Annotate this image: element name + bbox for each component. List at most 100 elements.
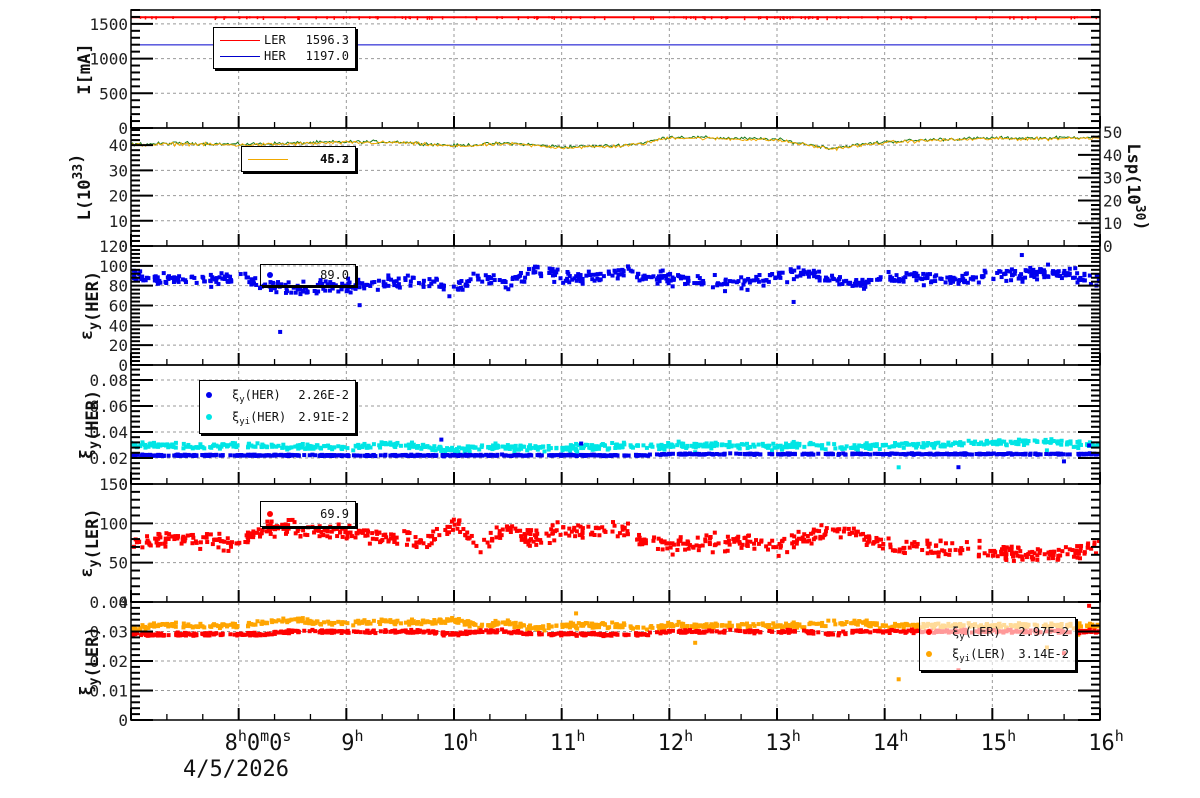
- y-tick-label: 500: [99, 84, 128, 103]
- data-point: [338, 530, 343, 535]
- data-point: [457, 453, 462, 458]
- data-point: [218, 453, 223, 458]
- x-label-part: h: [1115, 727, 1124, 745]
- data-point: [576, 621, 581, 626]
- data-point: [552, 529, 557, 534]
- data-point: [875, 277, 880, 282]
- data-point-ler: [593, 16, 596, 20]
- data-point: [693, 445, 698, 450]
- data-point: [1014, 441, 1019, 446]
- axis-title-part: (HER): [83, 271, 103, 322]
- data-point: [519, 279, 524, 284]
- data-point: [778, 443, 783, 448]
- data-point: [854, 283, 859, 288]
- data-point: [362, 630, 367, 635]
- data-point: [320, 630, 325, 635]
- data-point: [398, 621, 403, 626]
- x-label-part: h: [792, 727, 801, 745]
- data-point: [281, 442, 286, 447]
- data-point: [788, 267, 793, 272]
- data-point: [457, 631, 462, 636]
- data-point: [272, 534, 277, 539]
- data-point: [339, 630, 344, 635]
- data-point: [445, 446, 450, 451]
- data-point: [644, 445, 649, 450]
- data-point: [509, 631, 514, 636]
- data-point: [901, 550, 906, 555]
- data-point: [662, 539, 667, 544]
- data-point: [417, 628, 422, 633]
- data-point: [612, 268, 617, 273]
- data-point: [811, 629, 816, 634]
- data-point-ler: [1073, 16, 1076, 20]
- data-point: [824, 631, 829, 636]
- data-point: [610, 529, 615, 534]
- data-point: [440, 630, 445, 635]
- data-point: [305, 289, 310, 294]
- data-point: [383, 452, 388, 457]
- data-point: [855, 447, 860, 452]
- data-point: [814, 443, 819, 448]
- data-point: [960, 273, 965, 278]
- data-point: [770, 272, 775, 277]
- data-point: [558, 276, 563, 281]
- x-label-part: 8: [225, 731, 238, 756]
- data-point-ler: [807, 16, 810, 20]
- data-point: [1032, 269, 1037, 274]
- data-point: [985, 553, 990, 558]
- data-point: [1061, 271, 1066, 276]
- legend-label-sub: yi: [239, 417, 251, 427]
- data-point: [485, 540, 490, 545]
- data-point: [302, 285, 307, 290]
- data-point: [1016, 437, 1021, 442]
- data-point: [610, 440, 615, 445]
- data-point: [272, 631, 277, 636]
- x-label-part: h: [899, 727, 908, 745]
- data-point: [986, 452, 991, 457]
- data-point: [513, 443, 518, 448]
- data-point: [365, 533, 370, 538]
- data-point: [391, 629, 396, 634]
- data-point: [809, 541, 814, 546]
- data-point: [837, 451, 842, 456]
- data-point: [217, 536, 222, 541]
- data-point: [152, 444, 157, 449]
- data-point: [581, 622, 586, 627]
- data-point: [310, 452, 315, 457]
- data-point: [684, 445, 689, 450]
- data-point: [801, 268, 806, 273]
- data-point: [746, 533, 751, 538]
- data-point: [607, 446, 612, 451]
- data-point: [509, 283, 514, 288]
- data-point: [302, 453, 307, 458]
- data-point-ler: [465, 16, 467, 19]
- data-point: [191, 453, 196, 458]
- data-point: [531, 539, 536, 544]
- data-point: [620, 625, 625, 630]
- y-axis-title: εy(LER): [77, 508, 103, 577]
- y-tick-label: 0.08: [89, 371, 128, 390]
- data-point: [711, 625, 716, 630]
- data-point: [1087, 603, 1092, 608]
- data-point: [163, 540, 168, 545]
- data-point-ler: [876, 16, 879, 19]
- data-point: [286, 452, 291, 457]
- legend-lumi: 45.2 46.3: [241, 146, 356, 172]
- data-point: [1061, 459, 1066, 464]
- data-point: [809, 452, 814, 457]
- legend-marker-icon: [926, 629, 932, 635]
- data-point: [289, 445, 294, 450]
- data-point-ler: [428, 16, 431, 20]
- data-point: [864, 452, 869, 457]
- data-point: [405, 273, 410, 278]
- legend-label: LER: [264, 33, 286, 47]
- data-point: [896, 465, 901, 470]
- data-point: [607, 625, 612, 630]
- data-point: [415, 445, 420, 450]
- data-point-ler: [224, 16, 227, 19]
- data-point: [1044, 448, 1049, 453]
- data-point: [651, 538, 656, 543]
- y-tick-label: 50: [109, 554, 128, 573]
- data-point: [871, 541, 876, 546]
- data-point: [1043, 438, 1048, 443]
